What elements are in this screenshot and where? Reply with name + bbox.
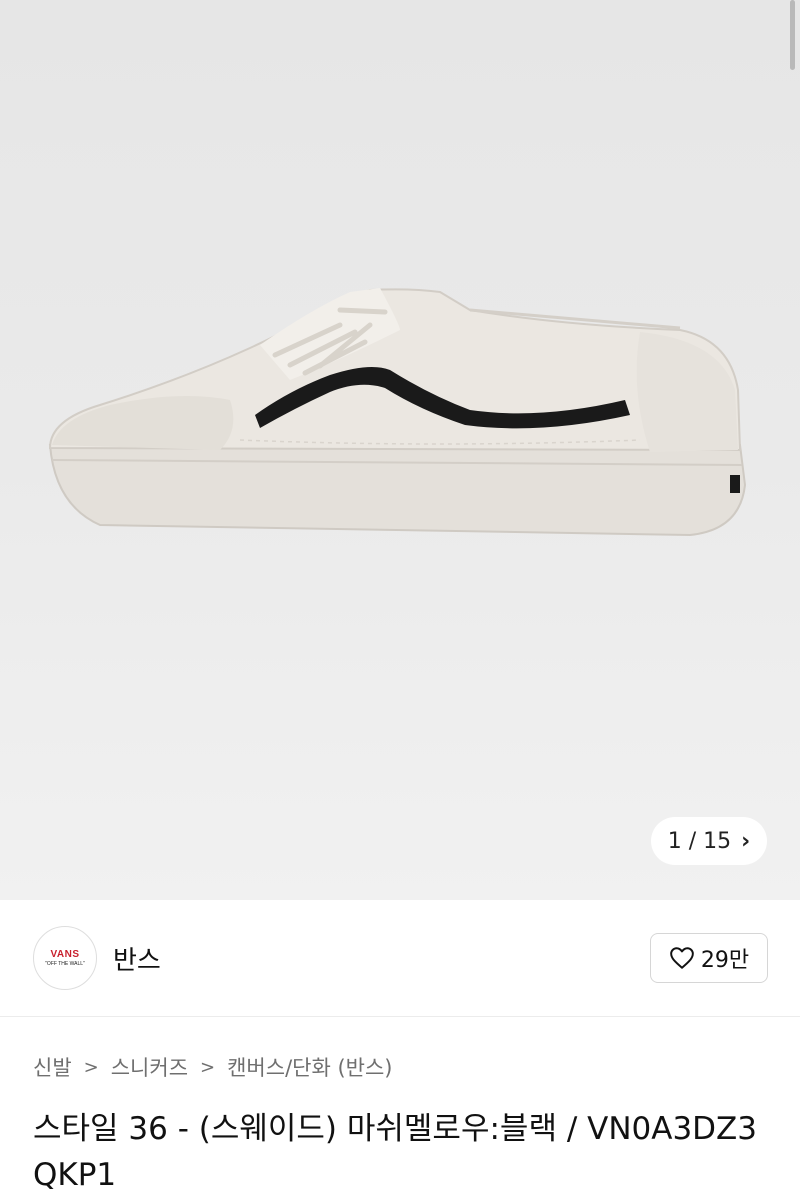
scroll-indicator [790, 0, 795, 70]
breadcrumb-item[interactable]: 신발 [33, 1052, 72, 1082]
like-button[interactable]: 29만 [650, 933, 768, 983]
breadcrumb-item[interactable]: 캔버스/단화 (반스) [227, 1052, 392, 1082]
like-count: 29만 [700, 948, 750, 973]
product-image-sneaker [48, 288, 747, 537]
image-counter-next-button[interactable]: 1 / 15 › [651, 817, 767, 865]
image-counter-text: 1 / 15 [667, 828, 732, 854]
chevron-right-icon: > [200, 1056, 216, 1078]
breadcrumb: 신발 > 스니커즈 > 캔버스/단화 (반스) [33, 1052, 393, 1082]
product-title: 스타일 36 - (스웨이드) 마쉬멜로우:블랙 / VN0A3DZ3QKP1 [33, 1111, 757, 1193]
breadcrumb-item[interactable]: 스니커즈 [111, 1052, 188, 1082]
chevron-right-icon: > [83, 1056, 99, 1078]
brand-logo-text: VANS [50, 949, 80, 960]
brand-logo-tagline: "OFF THE WALL" [45, 961, 85, 967]
brand-name-link[interactable]: 반스 [113, 940, 161, 977]
brand-logo[interactable]: VANS "OFF THE WALL" [33, 926, 97, 990]
product-image-gallery[interactable]: 1 / 15 › [0, 0, 800, 900]
heart-outline-icon [670, 947, 694, 969]
chevron-right-icon: › [741, 828, 751, 854]
